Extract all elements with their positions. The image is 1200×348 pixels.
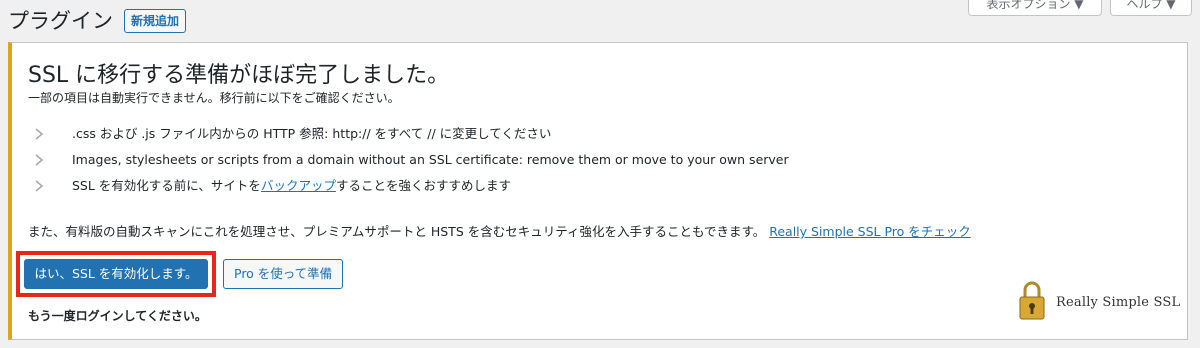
page-title: プラグイン [8,9,113,33]
list-item: SSL を有効化する前に、サイトをバックアップすることを強くおすすめします [28,175,789,201]
checklist: .css および .js ファイル内からの HTTP 参照: http:// を… [28,123,789,201]
logo-text: Really Simple SSL [1056,295,1181,310]
pro-promo-text: また、有料版の自動スキャンにこれを処理させ、プレミアムサポートと HSTS を含… [28,221,971,240]
backup-link[interactable]: バックアップ [261,178,336,193]
chevron-right-icon [35,128,44,140]
pro-check-link[interactable]: Really Simple SSL Pro をチェック [769,224,971,239]
ssl-notice: SSL に移行する準備がほぼ完了しました。 一部の項目は自動実行できません。移行… [8,42,1188,340]
list-item-text-before: SSL を有効化する前に、サイトを [72,178,261,193]
padlock-icon [1019,281,1045,320]
notice-subtitle: 一部の項目は自動実行できません。移行前に以下をご確認ください。 [28,91,400,105]
list-item-text: .css および .js ファイル内からの HTTP 参照: http:// を… [72,126,552,141]
screen-options-button[interactable]: 表示オプション ▼ [968,0,1102,16]
list-item-text: Images, stylesheets or scripts from a do… [72,152,789,167]
list-item-text-after: することを強くおすすめします [335,178,511,193]
prepare-with-pro-button[interactable]: Pro を使って準備 [223,259,344,289]
chevron-right-icon [35,180,44,192]
list-item: Images, stylesheets or scripts from a do… [28,149,789,175]
help-button[interactable]: ヘルプ ▼ [1110,0,1192,16]
really-simple-ssl-logo: Really Simple SSL [1016,279,1186,323]
relogin-text: もう一度ログインしてください。 [28,309,207,323]
add-new-button[interactable]: 新規追加 [124,9,187,33]
page-header: プラグイン 新規追加 表示オプション ▼ ヘルプ ▼ [0,0,1200,40]
list-item: .css および .js ファイル内からの HTTP 参照: http:// を… [28,123,789,149]
pro-promo-label: また、有料版の自動スキャンにこれを処理させ、プレミアムサポートと HSTS を含… [28,224,766,239]
notice-title: SSL に移行する準備がほぼ完了しました。 [28,63,450,88]
enable-ssl-button[interactable]: はい、SSL を有効化します。 [24,259,208,289]
chevron-right-icon [35,154,44,166]
